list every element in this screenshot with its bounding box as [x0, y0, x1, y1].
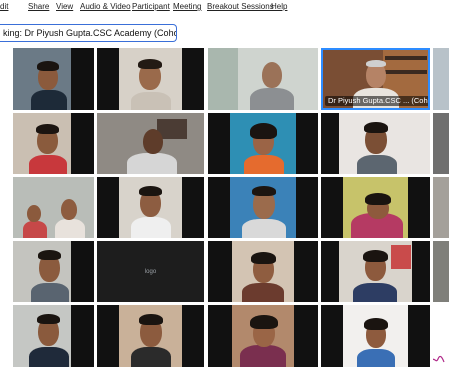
video-tile[interactable]	[208, 177, 318, 238]
video-tile[interactable]	[321, 113, 430, 174]
video-tile[interactable]	[208, 113, 318, 174]
video-tile[interactable]	[321, 305, 430, 367]
video-tile[interactable]	[97, 113, 204, 174]
video-tile[interactable]	[97, 48, 204, 110]
video-tile[interactable]	[433, 177, 449, 238]
video-tile-camera-off[interactable]: logo	[97, 241, 204, 302]
video-tile[interactable]	[208, 48, 318, 110]
video-tile[interactable]	[13, 305, 94, 367]
video-tile[interactable]	[433, 113, 449, 174]
participant-name-label: Dr Piyush Gupta.CSC ... (Cohost)	[325, 96, 428, 106]
video-tile[interactable]	[433, 241, 449, 302]
menu-view[interactable]: View	[56, 2, 73, 12]
video-tile[interactable]	[433, 48, 449, 110]
menu-breakout-sessions[interactable]: Breakout Sessions	[207, 2, 274, 12]
video-grid: Dr Piyush Gupta.CSC ... (Cohost) logo	[0, 48, 449, 367]
menu-participant[interactable]: Participant	[132, 2, 170, 12]
video-tile[interactable]	[13, 177, 94, 238]
video-tile[interactable]	[208, 305, 318, 367]
menu-edit[interactable]: dit	[0, 2, 8, 12]
video-tile[interactable]	[13, 241, 94, 302]
active-speaker-indicator: king: Dr Piyush Gupta.CSC Academy (Cohos…	[0, 24, 177, 42]
video-tile-active-speaker[interactable]: Dr Piyush Gupta.CSC ... (Cohost)	[321, 48, 430, 110]
menu-share[interactable]: Share	[28, 2, 49, 12]
video-tile[interactable]	[13, 48, 94, 110]
menu-bar: dit Share View Audio & Video Participant…	[0, 0, 449, 16]
menu-audio-video[interactable]: Audio & Video	[80, 2, 131, 12]
video-tile[interactable]	[97, 305, 204, 367]
video-tile[interactable]	[321, 177, 430, 238]
menu-help[interactable]: Help	[271, 2, 287, 12]
meeting-app-logo: logo	[144, 268, 157, 275]
video-tile[interactable]	[97, 177, 204, 238]
menu-meeting[interactable]: Meeting	[173, 2, 201, 12]
video-tile[interactable]	[433, 305, 449, 367]
signature-mark	[433, 355, 445, 363]
video-tile[interactable]	[13, 113, 94, 174]
video-tile[interactable]	[321, 241, 430, 302]
video-tile[interactable]	[208, 241, 318, 302]
